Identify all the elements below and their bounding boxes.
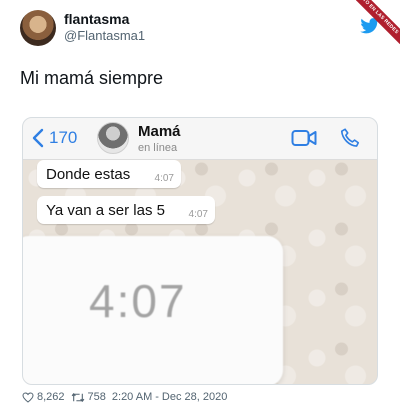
message-bubble: Ya van a ser las 5 4:07 <box>37 196 215 224</box>
message-bubble: Donde estas 4:07 <box>37 160 181 188</box>
zoomed-message-time: 4:07 <box>89 275 187 327</box>
tweet-stats: 8,262 758 2:20 AM - Dec 28, 2020 <box>22 391 227 403</box>
like-count: 8,262 <box>37 391 65 403</box>
zoomed-message-bubble: 4:07 <box>23 236 283 384</box>
tweet-date[interactable]: Dec 28, 2020 <box>162 391 227 403</box>
like-heart-icon[interactable] <box>22 391 34 403</box>
chat-area: Donde estas 4:07 Ya van a ser las 5 4:07… <box>23 160 377 384</box>
back-unread-count: 170 <box>49 128 78 147</box>
message-text: Ya van a ser las 5 <box>46 202 165 219</box>
watermark-text: VISTO EN LAS REDES <box>356 0 400 44</box>
retweet-stat[interactable]: 758 <box>71 391 106 403</box>
contact-status: en línea <box>138 142 178 154</box>
embedded-screenshot[interactable]: 170 Mamá en línea Donde estas 4:07 Ya va… <box>22 117 378 385</box>
video-call-icon <box>291 130 317 146</box>
site-watermark: VISTO EN LAS REDES <box>356 0 400 44</box>
retweet-count: 758 <box>87 391 106 403</box>
message-text: Donde estas <box>46 166 131 183</box>
tweet-card: flantasma @Flantasma1 VISTO EN LAS REDES… <box>0 0 400 419</box>
retweet-icon[interactable] <box>71 392 85 403</box>
timestamp-separator: - <box>155 391 159 403</box>
message-time: 4:07 <box>188 209 208 220</box>
back-chevron-icon <box>32 128 44 148</box>
message-time: 4:07 <box>154 173 174 184</box>
phone-call-icon <box>340 128 360 147</box>
author-display-name[interactable]: flantasma <box>64 11 145 28</box>
author-handle[interactable]: @Flantasma1 <box>64 28 145 44</box>
author-avatar[interactable] <box>20 10 56 46</box>
like-stat[interactable]: 8,262 <box>22 391 65 403</box>
contact-avatar <box>97 122 129 154</box>
chat-header: 170 Mamá en línea <box>23 118 377 160</box>
tweet-time[interactable]: 2:20 AM <box>112 391 152 403</box>
tweet-text: Mi mamá siempre <box>20 68 164 88</box>
contact-name: Mamá <box>138 123 181 140</box>
author-info[interactable]: flantasma @Flantasma1 <box>64 11 145 44</box>
